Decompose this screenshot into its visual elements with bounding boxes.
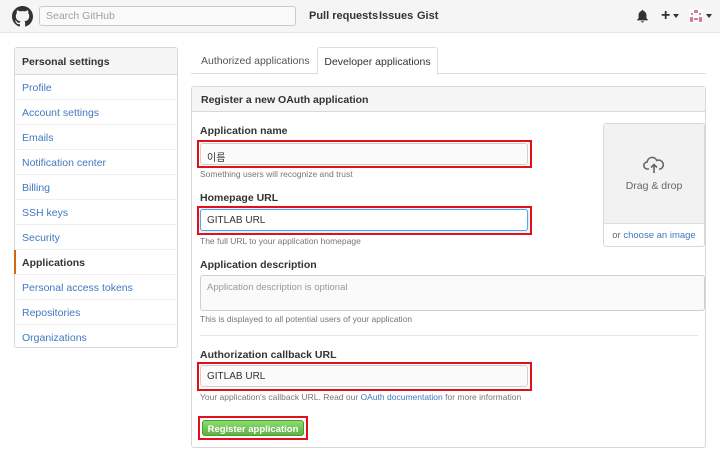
- tab-authorized-applications[interactable]: Authorized applications: [201, 47, 310, 74]
- application-description-label: Application description: [200, 259, 317, 271]
- or-text: or: [612, 230, 624, 241]
- register-button-highlight: Register application: [198, 416, 308, 440]
- settings-sidebar: Personal settings Profile Account settin…: [14, 47, 178, 348]
- sidebar-item-billing[interactable]: Billing: [15, 175, 177, 200]
- choose-image-row: or choose an image: [604, 230, 704, 241]
- image-upload: Drag & drop or choose an image: [603, 123, 705, 247]
- cloud-upload-icon: [643, 156, 665, 173]
- tab-developer-applications[interactable]: Developer applications: [317, 47, 438, 75]
- sidebar-item-ssh-keys[interactable]: SSH keys: [15, 200, 177, 225]
- sidebar-item-emails[interactable]: Emails: [15, 125, 177, 150]
- register-application-button[interactable]: Register application: [202, 420, 304, 436]
- homepage-url-label: Homepage URL: [200, 192, 279, 204]
- sidebar-item-notification-center[interactable]: Notification center: [15, 150, 177, 175]
- top-header: Pull requests Issues Gist +: [0, 0, 720, 33]
- nav-gist[interactable]: Gist: [417, 10, 438, 22]
- homepage-url-input[interactable]: GITLAB URL: [200, 209, 528, 231]
- chevron-down-icon[interactable]: [673, 14, 679, 18]
- callback-note-text: Your application's callback URL. Read ou…: [200, 392, 361, 402]
- callback-url-input[interactable]: GITLAB URL: [200, 365, 528, 387]
- github-logo-icon[interactable]: [12, 6, 33, 27]
- nav-issues[interactable]: Issues: [379, 10, 413, 22]
- plus-icon[interactable]: +: [661, 6, 670, 26]
- bell-icon[interactable]: [636, 9, 649, 23]
- chevron-down-icon[interactable]: [706, 14, 712, 18]
- application-name-label: Application name: [200, 125, 288, 137]
- form-title: Register a new OAuth application: [192, 87, 705, 112]
- sidebar-item-organizations[interactable]: Organizations: [15, 325, 177, 350]
- sidebar-item-security[interactable]: Security: [15, 225, 177, 250]
- application-name-input[interactable]: 이름: [200, 143, 528, 165]
- oauth-documentation-link[interactable]: OAuth documentation: [361, 392, 443, 402]
- sidebar-title: Personal settings: [15, 48, 177, 75]
- application-name-note: Something users will recognize and trust: [200, 169, 353, 179]
- drag-drop-text: Drag & drop: [625, 180, 683, 192]
- oauth-form-panel: Register a new OAuth application Applica…: [191, 86, 706, 448]
- sidebar-item-repositories[interactable]: Repositories: [15, 300, 177, 325]
- callback-url-label: Authorization callback URL: [200, 349, 337, 361]
- sidebar-item-personal-access-tokens[interactable]: Personal access tokens: [15, 275, 177, 300]
- drop-zone[interactable]: Drag & drop: [604, 124, 704, 224]
- avatar[interactable]: [689, 9, 703, 23]
- application-tabs: Authorized applications Developer applic…: [191, 47, 706, 75]
- homepage-url-note: The full URL to your application homepag…: [200, 236, 361, 246]
- sidebar-item-account-settings[interactable]: Account settings: [15, 100, 177, 125]
- choose-image-link[interactable]: choose an image: [623, 230, 695, 241]
- search-input[interactable]: [39, 6, 296, 26]
- sidebar-item-profile[interactable]: Profile: [15, 75, 177, 100]
- callback-url-note: Your application's callback URL. Read ou…: [200, 392, 521, 402]
- sidebar-item-applications[interactable]: Applications: [14, 250, 177, 275]
- application-description-textarea[interactable]: Application description is optional: [200, 275, 705, 311]
- nav-pull-requests[interactable]: Pull requests: [309, 10, 378, 22]
- form-divider: [200, 335, 698, 336]
- callback-note-suffix: for more information: [442, 392, 522, 402]
- application-description-note: This is displayed to all potential users…: [200, 314, 413, 324]
